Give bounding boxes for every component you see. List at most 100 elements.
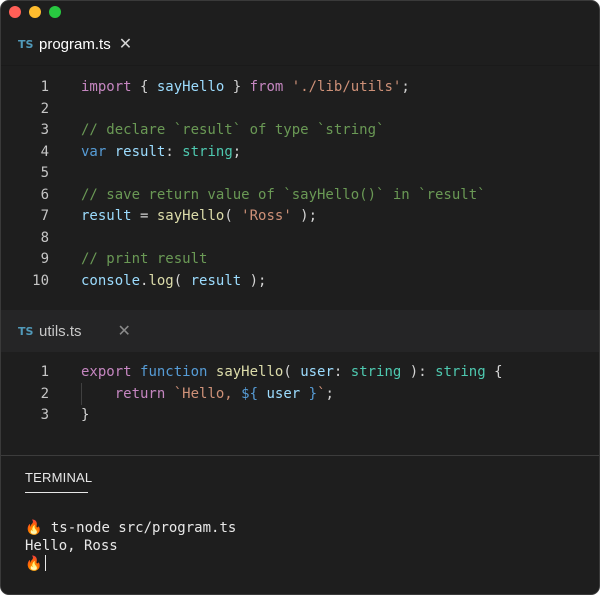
- program-tab-bar: TS program.ts ✕: [1, 23, 599, 65]
- code-token: var: [81, 143, 107, 160]
- code-token: (: [283, 364, 301, 380]
- line-number: 9: [40, 251, 49, 267]
- title-bar: [1, 1, 599, 23]
- code-line[interactable]: 1 import { sayHello } from './lib/utils';: [1, 77, 599, 99]
- line-number: 2: [40, 100, 49, 117]
- code-line[interactable]: 4 var result: string;: [1, 142, 599, 164]
- code-text: // save return value of `sayHello()` in …: [81, 185, 486, 207]
- code-token: :: [165, 143, 183, 160]
- code-token: log: [148, 272, 174, 289]
- terminal-prompt-line[interactable]: 🔥: [25, 555, 47, 574]
- terminal-panel[interactable]: TERMINAL 🔥 ts-node src/program.ts Hello,…: [1, 456, 599, 594]
- line-number: 3: [40, 122, 49, 138]
- code-token: `Hello,: [173, 385, 242, 402]
- code-token: sayHello: [156, 79, 225, 95]
- close-icon[interactable]: ✕: [119, 36, 132, 52]
- tab-label: program.ts: [39, 35, 111, 53]
- code-token: ${: [241, 385, 259, 402]
- line-number: 3: [40, 407, 49, 423]
- tab-program-ts[interactable]: TS program.ts ✕: [1, 23, 132, 65]
- code-line[interactable]: 5: [1, 163, 599, 185]
- code-token: }: [308, 385, 318, 402]
- code-token: './lib/utils': [291, 79, 402, 95]
- close-icon[interactable]: ✕: [118, 323, 131, 339]
- code-line[interactable]: 7 result = sayHello( 'Ross' );: [1, 206, 599, 228]
- line-number: 2: [40, 385, 49, 402]
- code-token: user: [300, 364, 334, 380]
- code-token: user: [266, 385, 301, 402]
- flame-icon: 🔥: [25, 520, 43, 536]
- code-text: result = sayHello( 'Ross' );: [81, 206, 317, 228]
- code-line[interactable]: 1 export function sayHello( user: string …: [1, 362, 599, 384]
- line-number: 8: [40, 229, 49, 246]
- line-number: 5: [40, 165, 49, 181]
- code-token: ):: [401, 364, 436, 380]
- code-line[interactable]: 3}: [1, 405, 599, 427]
- program-editor[interactable]: 1 import { sayHello } from './lib/utils';…: [1, 65, 599, 310]
- code-line[interactable]: 2: [1, 99, 599, 121]
- line-number: 1: [40, 79, 49, 95]
- code-token: from: [249, 79, 284, 95]
- code-line[interactable]: 10 console.log( result );: [1, 271, 599, 293]
- tab-terminal[interactable]: TERMINAL: [25, 470, 92, 485]
- typescript-icon: TS: [18, 324, 34, 338]
- line-number: 10: [32, 272, 49, 289]
- code-token: );: [241, 272, 267, 289]
- terminal-command-line: 🔥 ts-node src/program.ts: [25, 519, 236, 538]
- code-token: import: [81, 79, 132, 95]
- code-text: // print result: [81, 249, 207, 271]
- code-token: (: [224, 208, 242, 224]
- code-token: );: [291, 208, 318, 224]
- code-token: sayHello: [215, 364, 284, 380]
- code-token: {: [131, 79, 157, 95]
- code-token: string: [435, 364, 486, 380]
- utils-tab-bar: TS utils.ts ✕: [1, 310, 599, 352]
- code-line[interactable]: 6 // save return value of `sayHello()` in…: [1, 185, 599, 207]
- tab-utils-ts[interactable]: TS utils.ts ✕: [1, 310, 131, 352]
- active-tab-indicator: [25, 492, 88, 493]
- flame-icon: 🔥: [25, 556, 43, 572]
- code-token: ;: [325, 385, 334, 402]
- code-line[interactable]: 8: [1, 228, 599, 250]
- minimize-window-button[interactable]: [29, 6, 41, 18]
- utils-editor[interactable]: 1 export function sayHello( user: string …: [1, 352, 599, 455]
- code-text: }: [81, 405, 89, 427]
- line-number: 4: [40, 143, 49, 160]
- code-token: sayHello: [156, 208, 225, 224]
- code-token: // declare `result` of type `string`: [81, 122, 385, 138]
- code-token: }: [224, 79, 250, 95]
- code-token: ;: [401, 79, 410, 95]
- code-token: =: [131, 208, 157, 224]
- zoom-window-button[interactable]: [49, 6, 61, 18]
- code-token: {: [485, 364, 503, 380]
- code-token: export: [81, 364, 132, 380]
- code-editor-window: TS program.ts ✕ 1 import { sayHello } fro…: [0, 0, 600, 595]
- code-token: string: [182, 143, 233, 160]
- line-number: 7: [40, 208, 49, 224]
- code-line[interactable]: 3 // declare `result` of type `string`: [1, 120, 599, 142]
- code-token: result: [114, 143, 166, 160]
- code-token: :: [333, 364, 351, 380]
- line-number: 6: [40, 186, 49, 203]
- code-token: return: [114, 385, 166, 402]
- code-token: ;: [232, 143, 242, 160]
- code-token: // save return value of `sayHello()` in …: [81, 186, 486, 203]
- code-text: // declare `result` of type `string`: [81, 120, 384, 142]
- code-token: }: [81, 407, 90, 423]
- line-number: 1: [40, 364, 49, 380]
- code-line[interactable]: 2 return `Hello, ${ user }`;: [1, 384, 599, 406]
- code-token: result: [190, 272, 242, 289]
- code-line[interactable]: 9 // print result: [1, 249, 599, 271]
- typescript-icon: TS: [18, 37, 34, 51]
- terminal-command: ts-node src/program.ts: [42, 520, 237, 536]
- code-token: string: [350, 364, 402, 380]
- terminal-output: Hello, Ross: [25, 538, 118, 554]
- close-window-button[interactable]: [9, 6, 21, 18]
- code-token: function: [140, 364, 208, 380]
